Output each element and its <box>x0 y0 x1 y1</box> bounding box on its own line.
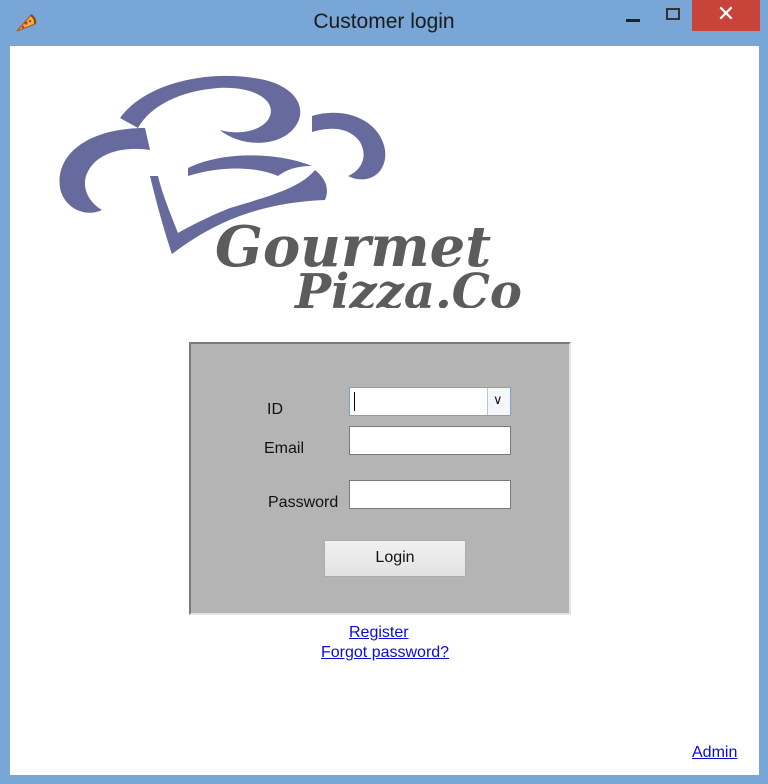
svg-text:Pizza.Co: Pizza.Co <box>293 264 522 308</box>
gourmet-pizza-logo: Gourmet Pizza.Co <box>59 75 522 308</box>
login-button[interactable]: Login <box>324 540 466 577</box>
password-label: Password <box>268 494 339 511</box>
client-area: Gourmet Pizza.Co ID ∨ Email Password Log… <box>10 46 759 775</box>
login-panel: ID ∨ Email Password Login <box>189 342 571 615</box>
forgot-password-link[interactable]: Forgot password? <box>321 644 449 662</box>
register-link[interactable]: Register <box>349 624 409 642</box>
admin-link[interactable]: Admin <box>692 744 737 762</box>
password-field[interactable] <box>349 480 511 509</box>
email-label: Email <box>264 440 305 457</box>
minimize-icon <box>626 19 640 22</box>
id-label: ID <box>267 401 283 418</box>
id-combobox[interactable]: ∨ <box>349 387 511 416</box>
chevron-down-icon: ∨ <box>493 393 503 408</box>
login-window: Customer login ✕ Gourmet Pizza.Co ID ∨ E… <box>0 0 768 784</box>
minimize-button[interactable] <box>618 0 648 31</box>
close-icon: ✕ <box>716 2 736 27</box>
logo-text: Gourmet Pizza.Co <box>215 214 522 308</box>
maximize-icon <box>666 8 680 20</box>
email-field[interactable] <box>349 426 511 455</box>
text-caret <box>354 392 355 411</box>
close-button[interactable]: ✕ <box>692 0 760 31</box>
maximize-button[interactable] <box>656 0 690 31</box>
id-dropdown-button[interactable]: ∨ <box>487 388 510 415</box>
title-bar[interactable]: Customer login ✕ <box>0 0 768 46</box>
window-title: Customer login <box>313 10 455 33</box>
